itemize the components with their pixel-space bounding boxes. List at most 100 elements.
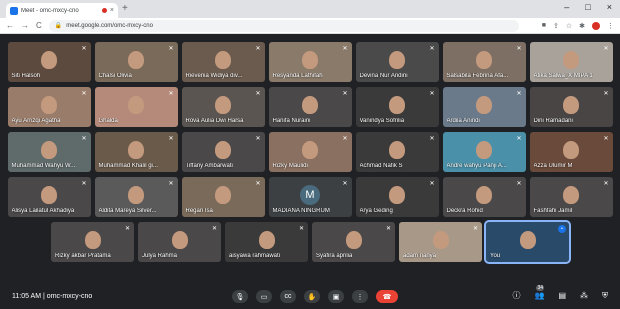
participant-tile[interactable]: M ✕ MADIANA NINGRUM	[268, 177, 352, 217]
participant-tile[interactable]: ✕ Fashfahi Jamil	[529, 177, 613, 217]
participant-name: Chalsi Olivia	[98, 73, 132, 79]
participant-tile[interactable]: ✕ Ardila Anindi	[442, 87, 526, 127]
mic-muted-icon: ✕	[255, 91, 261, 97]
avatar: M	[300, 184, 320, 205]
recording-dot-icon	[101, 8, 107, 13]
participant-video	[128, 141, 144, 159]
participant-tile[interactable]: ✕ Muhammad Wahyu W...	[7, 132, 91, 172]
mic-muted-icon: ✕	[342, 46, 348, 52]
captions-icon[interactable]: cc	[280, 290, 296, 303]
mic-muted-icon: ✕	[124, 226, 130, 232]
participant-tile[interactable]: ✕ Rizky akbar Pratama	[51, 222, 134, 262]
participant-video	[476, 96, 492, 114]
mic-muted-icon: ✕	[168, 181, 174, 187]
mic-muted-icon: ✕	[81, 46, 87, 52]
participant-tile[interactable]: ✕ Aldita Mareya Silver...	[94, 177, 178, 217]
meeting-code: omc-mxcy-cno	[46, 293, 93, 300]
participant-tile[interactable]: ✕ Tiffany Ambarwati	[181, 132, 265, 172]
participant-tile[interactable]: ✕ Rievenia Widiya div...	[181, 42, 265, 82]
info-icon[interactable]: ⓘ	[512, 290, 520, 301]
participant-name: Ayu Arrizqi Agatha	[11, 118, 61, 124]
participant-video	[128, 96, 144, 114]
participant-video	[41, 186, 57, 204]
participant-video	[258, 231, 275, 249]
participant-tile[interactable]: ✕ Syafira aprilia	[312, 222, 395, 262]
mic-muted-icon: ✕	[429, 136, 435, 142]
maximize-button[interactable]: □	[585, 2, 590, 12]
participant-tile[interactable]: ✕ Azza Ulumir M	[529, 132, 613, 172]
profile-avatar[interactable]	[592, 21, 600, 30]
participant-tile[interactable]: ✕ Arya Geding	[355, 177, 439, 217]
camera-toggle-icon[interactable]: ▭	[256, 290, 272, 303]
participant-video	[563, 96, 579, 114]
camera-icon[interactable]: ■	[542, 22, 546, 29]
activities-icon[interactable]: ⁂	[580, 291, 588, 300]
participant-tile[interactable]: ✕ Chalsi Olivia	[94, 42, 178, 82]
mic-muted-icon: ✕	[298, 226, 304, 232]
participant-name: Rizky akbar Pratama	[55, 253, 111, 259]
participant-tile[interactable]: ✕ Regan Isa	[181, 177, 265, 217]
participant-video	[302, 96, 318, 114]
minimize-button[interactable]: –	[564, 2, 569, 12]
participant-video	[563, 141, 579, 159]
participant-tile[interactable]: ✕ Deckra Rohid	[442, 177, 526, 217]
mic-icon[interactable]: 🎙	[232, 290, 248, 303]
participant-tile[interactable]: ✕ adam rianya	[399, 222, 482, 262]
reload-button[interactable]: C	[36, 21, 42, 30]
share-icon[interactable]: ⇪	[553, 22, 559, 30]
participant-video	[215, 186, 231, 204]
more-options-icon[interactable]: ⋮	[352, 290, 368, 303]
participant-video	[41, 51, 57, 69]
mic-muted-icon: ✕	[603, 181, 609, 187]
participant-tile[interactable]: ✕ Atika Salwa_X MIPA 1	[529, 42, 613, 82]
participant-name: Alisya Lailatul Akhadiya	[11, 208, 75, 214]
back-button[interactable]: ←	[6, 21, 14, 30]
present-icon[interactable]: ▣	[328, 290, 344, 303]
participant-name: Achmad Nafik S	[359, 163, 403, 169]
raise-hand-icon[interactable]: ✋	[304, 290, 320, 303]
participant-tile[interactable]: ✕ Salsabila Febrina Afa...	[442, 42, 526, 82]
self-video-tile[interactable]: • You	[484, 220, 571, 264]
close-window-button[interactable]: ×	[607, 2, 612, 12]
participant-tile[interactable]: ✕ Ayu Arrizqi Agatha	[7, 87, 91, 127]
new-tab-button[interactable]: +	[122, 3, 128, 15]
participant-tile[interactable]: ✕ Resyanda Lathifah	[268, 42, 352, 82]
mic-muted-icon: ✕	[168, 91, 174, 97]
participant-tile[interactable]: ✕ Ghalda	[94, 87, 178, 127]
participant-tile[interactable]: ✕ Andre wahyu Panji A...	[442, 132, 526, 172]
people-icon[interactable]: 👥 34	[534, 285, 544, 300]
host-controls-icon[interactable]: ⛨	[602, 291, 608, 301]
participant-tile[interactable]: ✕ Siti Halsoh	[7, 42, 91, 82]
participant-tile[interactable]: ✕ Devina Nur Andini	[355, 42, 439, 82]
participant-tile[interactable]: ✕ Julya Rahma	[138, 222, 221, 262]
star-icon[interactable]: ☆	[566, 22, 572, 30]
participant-tile[interactable]: ✕ Alisya Lailatul Akhadiya	[7, 177, 91, 217]
participant-tile[interactable]: ✕ Hanifa Nuraini	[268, 87, 352, 127]
participant-tile[interactable]: ✕ Rova Aulia Dwi Harsa	[181, 87, 265, 127]
participant-name: Rizky Maulidi	[272, 163, 308, 169]
participant-video	[302, 141, 318, 159]
forward-button[interactable]: →	[21, 21, 29, 30]
participant-tile[interactable]: ✕ Muhammad Khalil gi...	[94, 132, 178, 172]
participant-tile[interactable]: ✕ Dini Ramadani	[529, 87, 613, 127]
url-text: meet.google.com/omc-mxcy-cno	[66, 22, 153, 29]
participant-tile[interactable]: ✕ Achmad Nafik S	[355, 132, 439, 172]
participant-tile[interactable]: ✕ Rizky Maulidi	[268, 132, 352, 172]
menu-dots-icon[interactable]: ⋮	[607, 22, 614, 30]
participant-tile[interactable]: ✕ Vanindya Sofrilia	[355, 87, 439, 127]
end-call-button[interactable]: ☎	[376, 290, 398, 303]
browser-tab[interactable]: Meet - omc-mxcy-cno ×	[6, 3, 118, 18]
puzzle-icon[interactable]: ✱	[579, 22, 585, 30]
participant-video	[389, 186, 405, 204]
participant-video	[389, 141, 405, 159]
participant-video	[215, 141, 231, 159]
participant-video	[432, 231, 449, 249]
omnibox[interactable]: 🔒 meet.google.com/omc-mxcy-cno	[48, 19, 519, 32]
participant-name: Muhammad Wahyu W...	[11, 163, 76, 169]
participant-tile[interactable]: ✕ aisyawa rahmawati	[225, 222, 308, 262]
mic-muted-icon: ✕	[342, 91, 348, 97]
participant-video	[128, 186, 144, 204]
meet-favicon-icon	[10, 6, 18, 15]
close-tab-icon[interactable]: ×	[110, 7, 114, 14]
chat-icon[interactable]: ▤	[558, 291, 566, 300]
